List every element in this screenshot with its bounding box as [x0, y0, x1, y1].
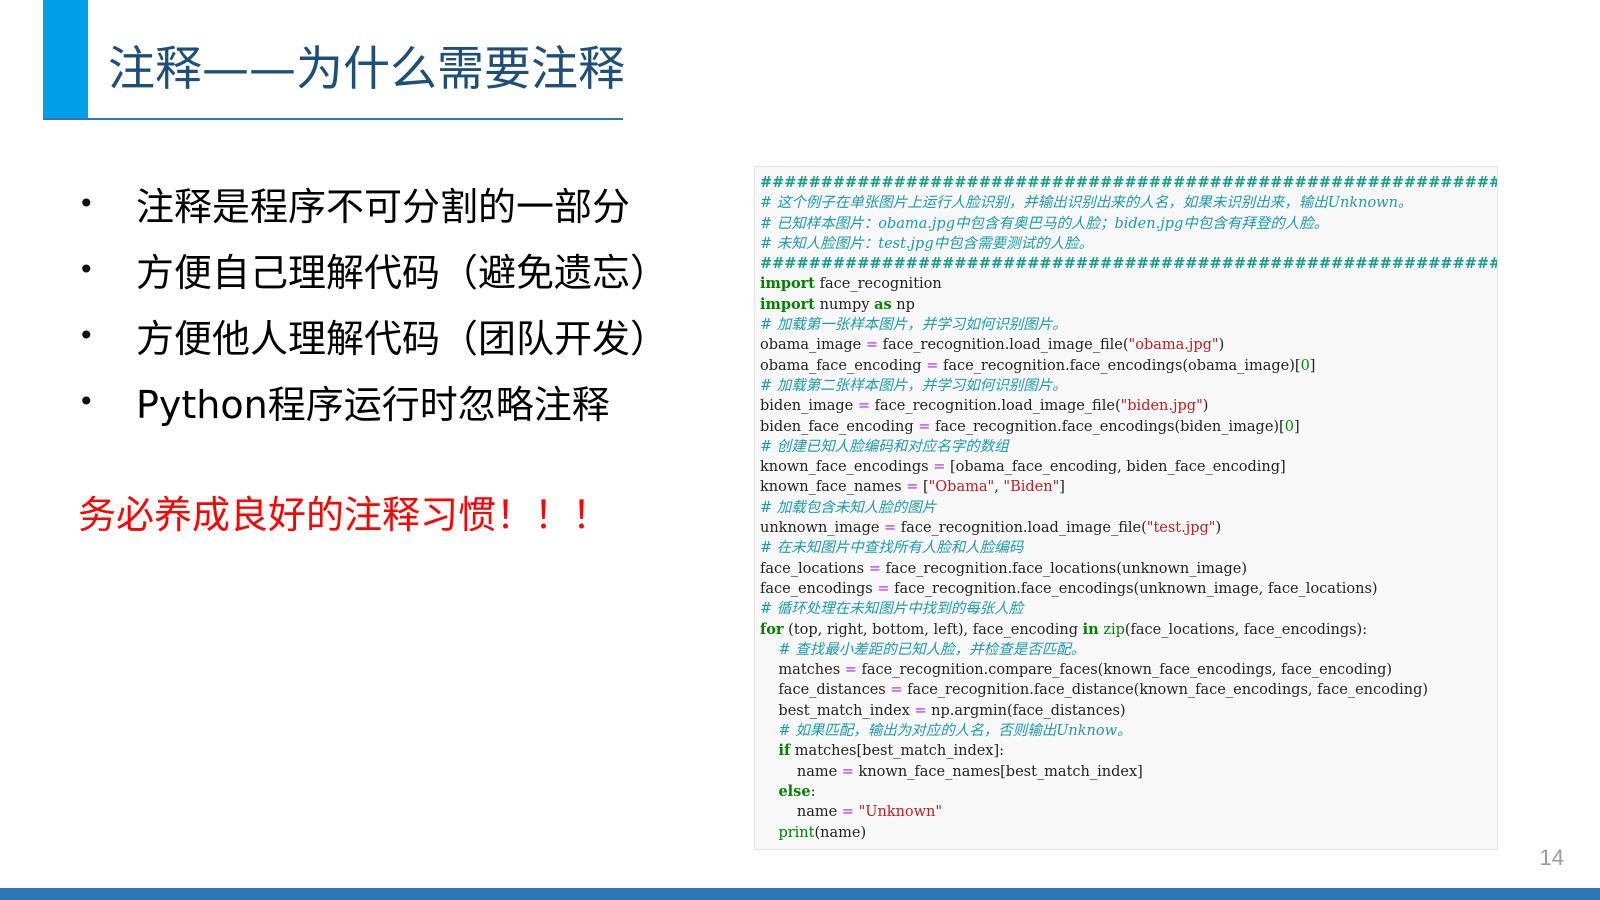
code-line: best_match_index = np.argmin(face_distan…: [760, 702, 1126, 719]
page-number: 14: [1539, 845, 1564, 870]
code-line: if matches[best_match_index]:: [778, 742, 1005, 760]
code-line: # 查找最小差距的已知人脸，并检查是否匹配。: [778, 641, 1086, 658]
code-line: known_face_names = ["Obama", "Biden"]: [760, 479, 1065, 496]
code-line: # 创建已知人脸编码和对应名字的数组: [760, 438, 1009, 455]
bullet-text: 方便自己理解代码（避免遗忘）: [136, 250, 669, 295]
code-line: # 加载第一张样本图片，并学习如何识别图片。: [760, 317, 1067, 334]
code-line: # 循环处理在未知图片中找到的每张人脸: [760, 601, 1024, 618]
code-line: import numpy as np: [760, 295, 915, 313]
code-line: # 已知样本图片：obama.jpg中包含有奥巴马的人脸；biden.jpg中包…: [760, 215, 1329, 232]
bullet-dot: •: [78, 318, 95, 352]
code-line: obama_image = face_recognition.load_imag…: [760, 337, 1225, 354]
bullet-item: • Python程序运行时忽略注释: [78, 368, 668, 434]
code-screenshot: ########################################…: [754, 166, 1498, 850]
code-line: # 这个例子在单张图片上运行人脸识别，并输出识别出来的人名，如果未识别出来，输出…: [760, 195, 1413, 212]
code-line: # 未知人脸图片：test.jpg中包含需要测试的人脸。: [760, 235, 1094, 252]
slide-title: 注释——为什么需要注释: [108, 42, 625, 97]
bullet-text: 注释是程序不可分割的一部分: [136, 184, 631, 229]
code-line: biden_face_encoding = face_recognition.f…: [760, 418, 1300, 435]
code-line: matches = face_recognition.compare_faces…: [760, 662, 1393, 679]
code-block: ########################################…: [760, 173, 1498, 843]
code-line: unknown_image = face_recognition.load_im…: [760, 520, 1222, 537]
footer-bar: [0, 888, 1600, 900]
bullet-item: • 方便他人理解代码（团队开发）: [78, 302, 668, 368]
code-line: else:: [778, 782, 816, 800]
code-line: name = known_face_names[best_match_index…: [760, 763, 1143, 780]
code-line: print(name): [778, 824, 867, 841]
code-line: import face_recognition: [760, 275, 942, 293]
warning-text: 务必养成良好的注释习惯！！！: [78, 493, 611, 537]
bullet-list: • 注释是程序不可分割的一部分 • 方便自己理解代码（避免遗忘） • 方便他人理…: [78, 170, 668, 434]
bullet-item: • 注释是程序不可分割的一部分: [78, 170, 668, 236]
code-line: # 加载包含未知人脸的图片: [760, 499, 937, 516]
code-line: name = "Unknown": [760, 804, 943, 821]
code-line: face_locations = face_recognition.face_l…: [760, 560, 1247, 577]
code-line: biden_image = face_recognition.load_imag…: [760, 398, 1209, 415]
bullet-text: Python程序运行时忽略注释: [136, 382, 610, 427]
code-line: # 如果匹配，输出为对应的人名，否则输出Unknow。: [778, 723, 1132, 740]
title-accent-bar: [43, 0, 88, 118]
bullet-dot: •: [78, 252, 95, 286]
title-underline: [43, 118, 623, 120]
code-line: # 加载第二张样本图片，并学习如何识别图片。: [760, 377, 1067, 394]
code-line: known_face_encodings = [obama_face_encod…: [760, 459, 1286, 476]
code-line: face_distances = face_recognition.face_d…: [760, 682, 1429, 699]
code-line: ########################################…: [760, 255, 1498, 273]
bullet-item: • 方便自己理解代码（避免遗忘）: [78, 236, 668, 302]
code-line: # 在未知图片中查找所有人脸和人脸编码: [760, 540, 1024, 557]
code-line: face_encodings = face_recognition.face_e…: [760, 580, 1378, 597]
code-line: ########################################…: [760, 174, 1498, 191]
bullet-dot: •: [78, 384, 95, 418]
code-line: for (top, right, bottom, left), face_enc…: [760, 620, 1368, 638]
code-line: obama_face_encoding = face_recognition.f…: [760, 357, 1316, 374]
bullet-text: 方便他人理解代码（团队开发）: [136, 316, 669, 361]
bullet-dot: •: [78, 186, 95, 220]
